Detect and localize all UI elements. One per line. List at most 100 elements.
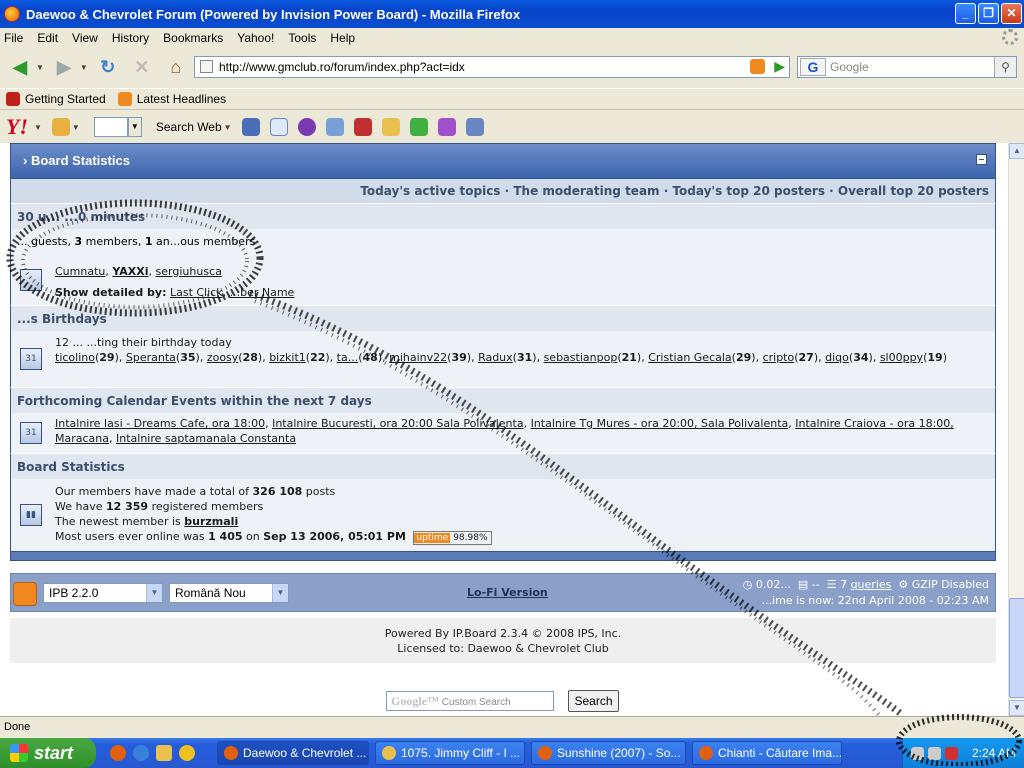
menu-help[interactable]: Help [330,31,355,45]
mail-icon[interactable] [269,118,288,136]
yahoo-logo[interactable]: Y! [6,114,28,140]
language-select[interactable]: Română Nou ▼ [169,583,289,603]
task-chianti[interactable]: Chianti - Căutare Ima... [692,741,842,765]
lofi-version-link[interactable]: Lo-Fi Version [467,586,548,599]
toolbar-settings-icon[interactable] [465,118,484,136]
yahoo-search-dropdown[interactable]: ▼ [127,117,142,137]
birthday-user-link[interactable]: sebastianpop [544,351,618,364]
user-link[interactable]: YAXXi [112,265,148,278]
calendar-icon: 31 [20,348,42,370]
birthday-user-link[interactable]: ta... [337,351,359,364]
chevron-down-icon: ▼ [146,584,162,602]
pencil-dropdown-icon[interactable]: ▼ [72,123,80,132]
games-icon[interactable] [353,118,372,136]
birthday-user-link[interactable]: mihainv22 [389,351,447,364]
go-button[interactable]: ▶ [774,59,785,74]
user-link[interactable]: Cumnatu [55,265,105,278]
scroll-up-arrow-icon[interactable]: ▲ [1009,143,1024,159]
event-link[interactable]: Intalnire Iasi - Dreams Cafe, ora 18:00 [55,417,265,430]
user-link[interactable]: sergiuhusca [156,265,222,278]
minimize-button[interactable]: _ [955,3,976,24]
bookmark-icon[interactable] [325,118,344,136]
yahoo-menu-dropdown-icon[interactable]: ▼ [34,123,42,132]
maximize-button[interactable]: ❐ [978,3,999,24]
event-link[interactable]: Intalnire Tg Mures - ora 20:00, Sala Pol… [531,417,789,430]
yahoo-search-web[interactable]: Search Web [156,120,222,134]
action-links-text[interactable]: Today's active topics · The moderating t… [360,184,989,198]
forward-button[interactable]: ▶ [50,53,78,81]
birthday-user-link[interactable]: bizkit1 [269,351,306,364]
exec-time: 0.02... [755,578,791,591]
vertical-scrollbar[interactable]: ▲ ▼ [1008,143,1024,716]
rss-feed-icon[interactable] [750,59,765,74]
detail-member-name-link[interactable]: ...ber Name [230,286,295,299]
birthday-user-link[interactable]: sl00ppy [880,351,923,364]
clock[interactable]: 2:24 AM [972,746,1016,760]
birthday-user-link[interactable]: Radux [478,351,513,364]
bookmark-getting-started[interactable]: Getting Started [6,92,106,106]
home-button[interactable]: ⌂ [162,53,190,81]
skin-select[interactable]: IPB 2.2.0 ▼ [43,583,163,603]
birthday-user-link[interactable]: cripto [763,351,795,364]
reload-button[interactable]: ↻ [94,53,122,81]
window-titlebar[interactable]: Daewoo & Chevrolet Forum (Powered by Inv… [0,0,1024,28]
event-link[interactable]: Intalnire saptamanala Constanta [116,432,296,445]
task-sunshine[interactable]: Sunshine (2007) - So... [531,741,686,765]
google-engine-icon[interactable]: G [800,58,826,76]
winamp-quicklaunch-icon[interactable] [156,745,172,761]
firefox-quicklaunch-icon[interactable] [110,745,126,761]
back-button[interactable]: ◀ [6,53,34,81]
volume-icon[interactable] [928,746,941,760]
powered-by-text[interactable]: Powered By IP.Board 2.3.4 © 2008 IPS, In… [10,626,996,641]
menu-history[interactable]: History [112,31,149,45]
messenger-icon[interactable] [437,118,456,136]
queries-link[interactable]: queries [851,578,892,591]
stop-button[interactable]: ✕ [128,53,156,81]
search-box[interactable]: G Google ⚲ [797,56,1017,78]
answers-icon[interactable] [409,118,428,136]
search-web-dropdown-icon[interactable]: ▼ [224,123,232,132]
bookmark-latest-headlines[interactable]: Latest Headlines [117,92,226,106]
music-icon[interactable] [381,118,400,136]
custom-search-input[interactable]: Google™ Custom Search [386,691,554,711]
shield-icon[interactable] [241,118,260,136]
newest-member-link[interactable]: burzmali [184,515,238,528]
bookmarks-toolbar: Getting Started Latest Headlines [0,88,1024,110]
stats-action-links[interactable]: Today's active topics · The moderating t… [10,179,996,203]
search-icon[interactable]: ⚲ [994,57,1016,77]
ie-quicklaunch-icon[interactable] [133,745,149,761]
rss-icon[interactable] [13,582,37,606]
birthday-user-link[interactable]: Cristian Gecala [648,351,731,364]
task-firefox-forum[interactable]: Daewoo & Chevrolet ... [217,741,369,765]
menu-view[interactable]: View [72,31,98,45]
task-winamp[interactable]: 1075. Jimmy Cliff - I ... [375,741,525,765]
search-button[interactable]: Search [568,690,619,712]
messenger-quicklaunch-icon[interactable] [179,745,195,761]
forward-dropdown-icon[interactable]: ▼ [80,63,88,72]
menu-edit[interactable]: Edit [37,31,58,45]
scroll-thumb[interactable] [1009,598,1024,698]
menu-yahoo[interactable]: Yahoo! [237,31,274,45]
online-users-row: Cumnatu, YAXXi, sergiuhusca Show detaile… [10,255,996,305]
event-link[interactable]: Intalnire Bucuresti, ora 20:00 Sala Poli… [272,417,523,430]
network-icon[interactable] [911,746,924,760]
my-yahoo-icon[interactable] [297,118,316,136]
detail-last-click-link[interactable]: Last Click [170,286,223,299]
members-count: 3 [74,235,83,248]
back-dropdown-icon[interactable]: ▼ [36,63,44,72]
menu-file[interactable]: File [4,31,23,45]
menu-tools[interactable]: Tools [288,31,316,45]
birthday-user-link[interactable]: diqo [825,351,849,364]
collapse-icon[interactable] [976,154,987,165]
security-alert-icon[interactable] [945,746,958,760]
close-button[interactable]: ✕ [1001,3,1022,24]
url-bar[interactable]: http://www.gmclub.ro/forum/index.php?act… [194,56,790,78]
birthday-user-link[interactable]: zoosy [207,351,238,364]
birthday-user-link[interactable]: ticolino [55,351,95,364]
pencil-icon[interactable] [51,118,70,136]
menu-bookmarks[interactable]: Bookmarks [163,31,223,45]
yahoo-search-input[interactable] [93,117,128,137]
scroll-down-arrow-icon[interactable]: ▼ [1009,700,1024,716]
birthday-user-link[interactable]: Speranta [126,351,176,364]
start-button[interactable]: start [0,738,96,768]
